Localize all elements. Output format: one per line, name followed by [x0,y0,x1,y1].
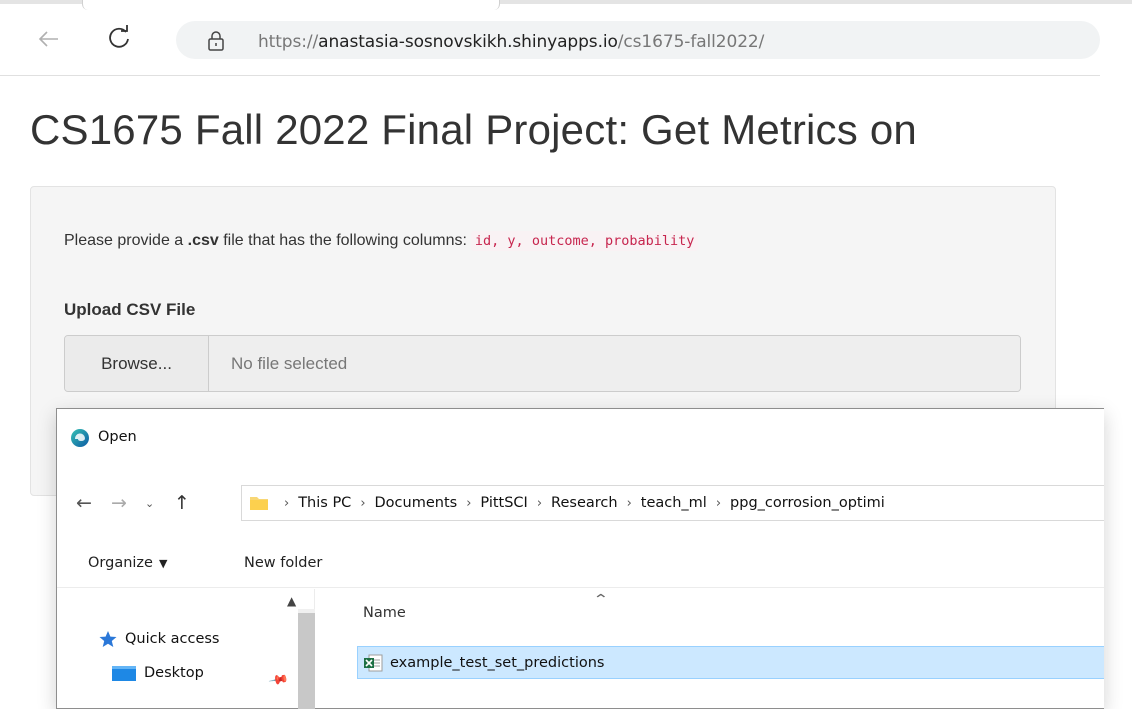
folder-icon [250,497,268,510]
organize-label: Organize [88,555,153,571]
active-tab[interactable] [82,0,500,10]
nav-item-desktop[interactable]: Desktop [111,660,204,686]
name-column-header[interactable]: ⌃ Name [357,590,1104,636]
up-folder-icon[interactable]: ↑ [174,492,190,514]
breadcrumb-separator: › [536,495,543,511]
address-url[interactable]: https://anastasia-sosnovskikh.shinyapps.… [258,32,764,52]
browser-tab-strip [0,0,1132,14]
breadcrumb-ppg-corrosion[interactable]: ppg_corrosion_optimi [730,495,885,511]
instruction-post: file that has the following columns: [218,232,467,249]
dialog-navigation: ← → ⌄ ↑ › This PC › Documents › PittSCI … [57,485,1104,525]
dialog-navigation-pane: ▲ Quick access Desktop 📌 [57,589,315,709]
pin-icon[interactable]: 📌 [267,670,289,692]
nav-item-label: Desktop [144,665,204,681]
column-name-label: Name [363,605,406,621]
breadcrumb-separator: › [715,495,722,511]
file-row-selected[interactable]: example_test_set_predictions [357,646,1104,679]
breadcrumb-separator: › [466,495,472,511]
instruction-bold: .csv [187,232,219,249]
url-scheme: https:// [258,32,319,52]
upload-instructions: Please provide a .csv file that has the … [64,231,699,251]
scroll-up-icon[interactable]: ▲ [287,594,296,608]
back-arrow-icon[interactable] [34,24,64,54]
lock-icon[interactable] [206,30,226,52]
breadcrumb-teach-ml[interactable]: teach_ml [641,495,707,511]
breadcrumb-documents[interactable]: Documents [375,495,458,511]
nav-pane-scroll-thumb[interactable] [298,613,315,709]
nav-item-label: Quick access [125,631,220,647]
dialog-title: Open [98,429,137,445]
dialog-titlebar[interactable]: Open [57,409,1104,459]
file-name: example_test_set_predictions [390,654,605,671]
reload-icon[interactable] [104,23,134,53]
open-file-dialog: Open ← → ⌄ ↑ › This PC › Documents › Pit… [56,408,1104,709]
page-title: CS1675 Fall 2022 Final Project: Get Metr… [30,106,917,153]
recent-locations-chevron-icon[interactable]: ⌄ [145,497,154,510]
breadcrumb-pittsci[interactable]: PittSCI [480,495,527,511]
address-breadcrumb[interactable]: › This PC › Documents › PittSCI › Resear… [241,485,1104,521]
new-folder-button[interactable]: New folder [244,555,322,571]
dialog-back-icon[interactable]: ← [76,492,92,514]
desktop-icon [112,666,136,681]
browse-button[interactable]: Browse... [65,336,209,391]
breadcrumb-separator: › [360,495,366,511]
edge-logo-icon [71,429,89,447]
nav-item-quick-access[interactable]: Quick access [98,626,219,652]
file-input-group: Browse... No file selected [64,335,1021,392]
excel-file-icon [364,654,383,671]
url-host: anastasia-sosnovskikh.shinyapps.io [318,32,618,52]
breadcrumb-separator: › [626,495,632,511]
upload-label: Upload CSV File [64,300,196,319]
breadcrumb-research[interactable]: Research [551,495,618,511]
browser-toolbar: https://anastasia-sosnovskikh.shinyapps.… [0,14,1100,76]
instruction-pre: Please provide a [64,232,188,249]
sort-ascending-icon: ⌃ [592,592,610,608]
dropdown-caret-icon: ▼ [158,557,168,570]
breadcrumb-this-pc[interactable]: This PC [298,495,351,511]
dialog-forward-icon[interactable]: → [111,492,127,514]
dialog-command-bar: Organize ▼ New folder [57,540,1104,588]
quick-access-star-icon [99,631,117,647]
breadcrumb-separator: › [284,495,290,511]
organize-button[interactable]: Organize ▼ [88,555,167,571]
file-name-field[interactable]: No file selected [209,336,1020,391]
columns-code: id, y, outcome, probability [470,231,699,251]
url-path: /cs1675-fall2022/ [617,32,765,52]
